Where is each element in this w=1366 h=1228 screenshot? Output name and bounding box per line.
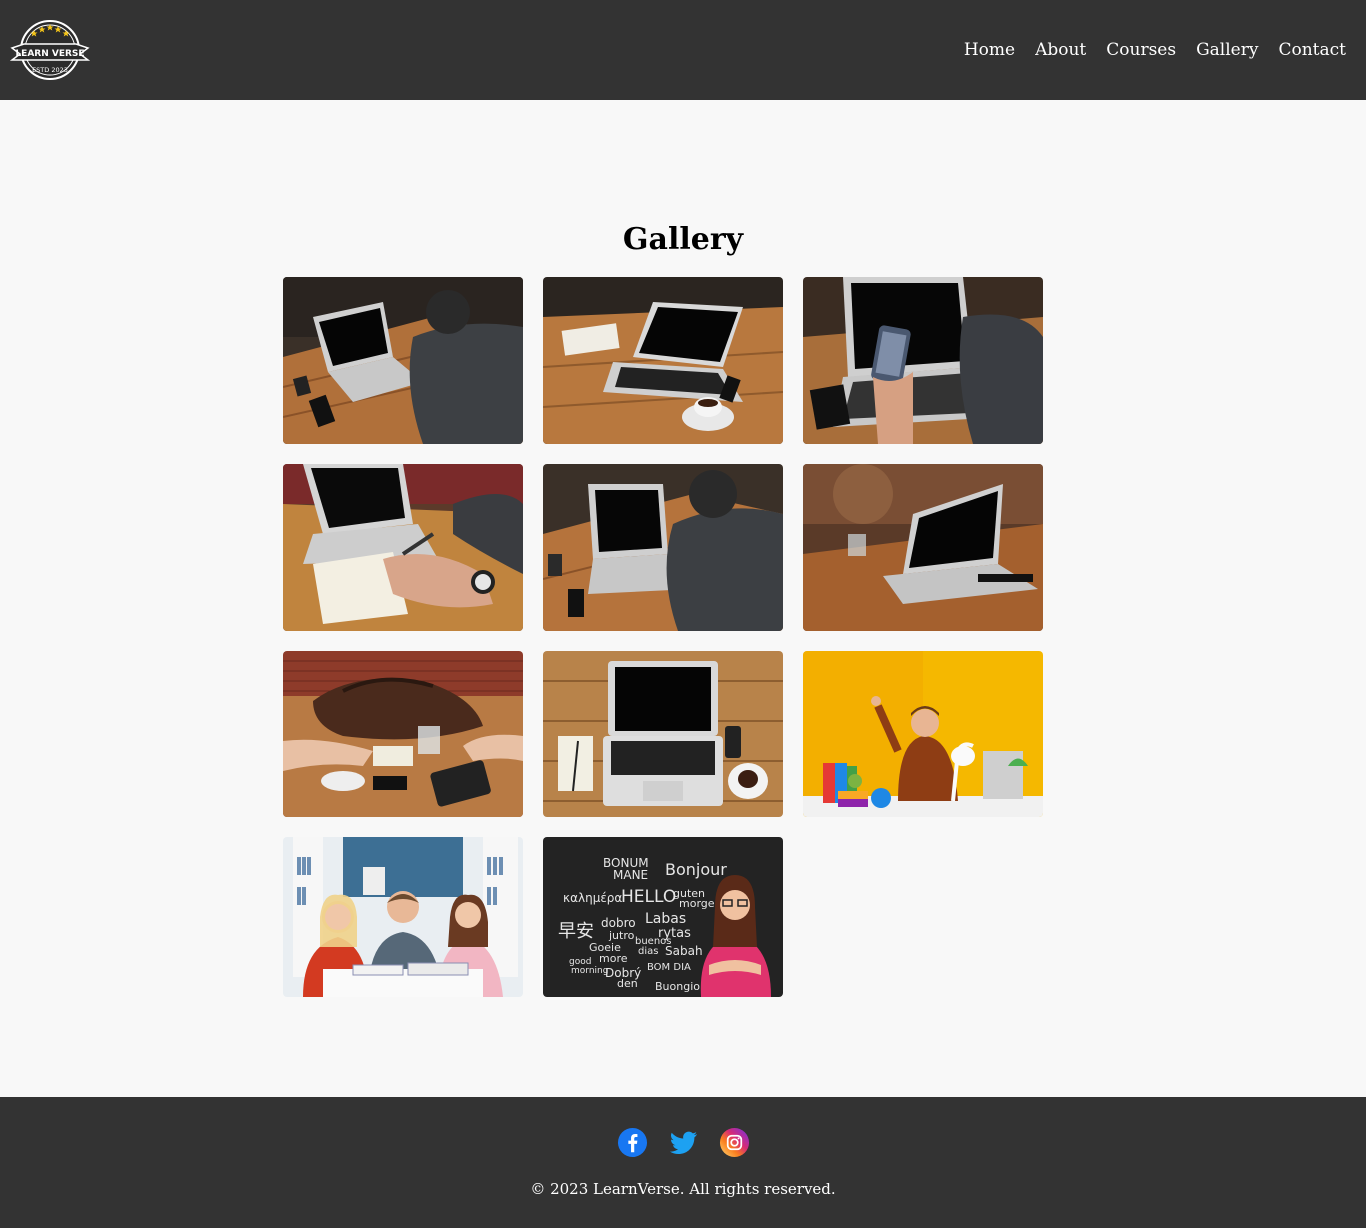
gallery-image-9[interactable] — [803, 651, 1043, 817]
meeting-table-bag-photo-icon — [283, 651, 523, 817]
chalk-word: καλημέρα — [563, 891, 622, 905]
gallery-image-1[interactable] — [283, 277, 523, 444]
twitter-icon[interactable] — [668, 1127, 699, 1158]
man-holding-phone-laptop-photo-icon — [803, 277, 1043, 444]
laptop-top-view-desk-photo-icon — [543, 651, 783, 817]
chalk-word: HELLO — [621, 887, 676, 907]
nav-about[interactable]: About — [1035, 38, 1086, 62]
chalk-word: more — [599, 952, 628, 965]
learnverse-logo[interactable]: LEARN VERSE ESTD 2023 — [9, 18, 91, 82]
laptop-coffee-desk-photo-icon — [543, 277, 783, 444]
chalk-word: Sabah — [665, 944, 703, 958]
laptop-man-typing-photo-icon — [543, 464, 783, 631]
chalk-word: Bonjour — [665, 860, 727, 879]
logo-bottom-text: ESTD 2023 — [32, 66, 68, 74]
gallery-image-6[interactable] — [803, 464, 1043, 631]
student-yellow-background-photo-icon — [803, 651, 1043, 817]
gallery-image-4[interactable] — [283, 464, 523, 631]
badge-logo-icon: LEARN VERSE ESTD 2023 — [9, 20, 91, 80]
gallery-image-2[interactable] — [543, 277, 783, 444]
laptop-man-typing-photo-icon — [283, 277, 523, 444]
nav-home[interactable]: Home — [964, 38, 1015, 62]
chalk-word: 早安 — [558, 921, 594, 942]
logo-top-text: LEARN VERSE — [15, 49, 84, 59]
chalk-word: dobro — [601, 916, 636, 930]
main-nav: Home About Courses Gallery Contact — [964, 38, 1346, 62]
gallery-image-7[interactable] — [283, 651, 523, 817]
social-links — [0, 1127, 1366, 1158]
copyright-text: © 2023 LearnVerse. All rights reserved. — [530, 1180, 836, 1198]
chalk-word: MANE — [613, 868, 648, 882]
gallery-image-11[interactable]: BONUM MANE Bonjour καλημέρα HELLO guten … — [543, 837, 783, 997]
facebook-icon[interactable] — [617, 1127, 648, 1158]
page-title: Gallery — [622, 222, 744, 257]
chalk-word: den — [617, 977, 638, 990]
gallery-image-8[interactable] — [543, 651, 783, 817]
gallery-image-10[interactable] — [283, 837, 523, 997]
laptop-on-wooden-table-photo-icon — [803, 464, 1043, 631]
gallery-image-5[interactable] — [543, 464, 783, 631]
nav-contact[interactable]: Contact — [1278, 38, 1346, 62]
woman-chalkboard-languages-photo-icon: BONUM MANE Bonjour καλημέρα HELLO guten … — [543, 837, 783, 997]
chalk-word: morning — [571, 966, 608, 976]
nav-courses[interactable]: Courses — [1106, 38, 1176, 62]
chalk-word: BOM DIA — [647, 962, 691, 973]
gallery-image-3[interactable] — [803, 277, 1043, 444]
hand-writing-notebook-photo-icon — [283, 464, 523, 631]
site-footer: © 2023 LearnVerse. All rights reserved. — [0, 1097, 1366, 1228]
site-header: LEARN VERSE ESTD 2023 Home About Courses… — [0, 0, 1366, 100]
chalk-word: Labas — [645, 911, 686, 927]
chalk-word: dias — [638, 946, 658, 957]
nav-gallery[interactable]: Gallery — [1196, 38, 1258, 62]
instagram-icon[interactable] — [719, 1127, 750, 1158]
three-students-studying-photo-icon — [283, 837, 523, 997]
